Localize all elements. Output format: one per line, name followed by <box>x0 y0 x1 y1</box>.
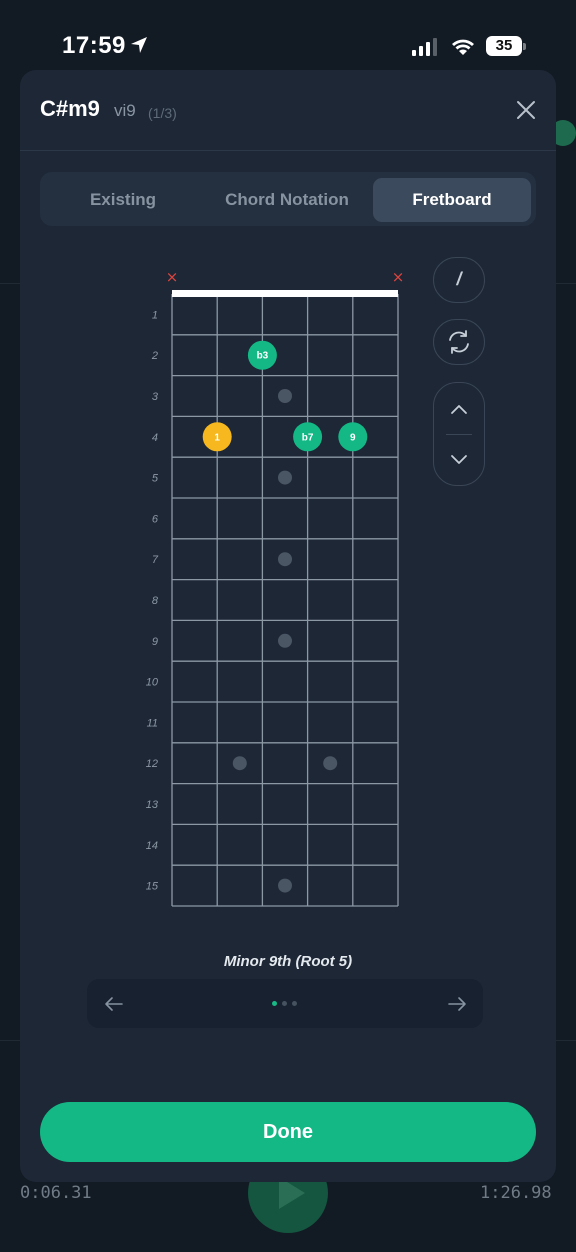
elapsed-time: 0:06.31 <box>20 1183 92 1203</box>
note-label: 1 <box>214 432 220 443</box>
fret-number: 3 <box>152 391 159 403</box>
flip-button[interactable] <box>433 319 485 365</box>
slash-label: / <box>456 269 462 289</box>
battery-nub <box>523 43 526 50</box>
arrow-left-icon[interactable] <box>102 992 126 1016</box>
fret-inlay <box>278 470 292 485</box>
fret-number: 11 <box>147 717 158 729</box>
chord-modal: C#m9 vi9 (1/3) Existing Chord Notation F… <box>20 70 556 1182</box>
fret-number: 15 <box>146 881 159 893</box>
close-icon[interactable] <box>512 96 540 124</box>
note-label: 9 <box>350 432 356 443</box>
fret-inlay <box>278 389 292 403</box>
fret-number: 5 <box>152 473 159 485</box>
location-arrow-icon <box>131 37 147 53</box>
fret-number: 10 <box>146 677 159 689</box>
cellular-signal-icon <box>412 38 437 56</box>
note-label: b3 <box>257 351 269 362</box>
page-dot <box>292 1001 297 1006</box>
voicing-pager <box>87 979 483 1028</box>
total-time: 1:26.98 <box>480 1183 552 1203</box>
fret-number: 7 <box>152 554 159 566</box>
slash-button[interactable]: / <box>433 257 485 303</box>
page-dot <box>282 1001 287 1006</box>
status-bar: 17:59 35 <box>0 0 576 68</box>
fret-inlay <box>278 552 292 567</box>
refresh-icon <box>449 330 469 354</box>
fret-number: 4 <box>152 432 158 444</box>
voicing-name: Minor 9th (Root 5) <box>223 953 353 970</box>
fret-inlay <box>278 633 292 648</box>
fret-number: 13 <box>146 799 159 811</box>
muted-string-marker: × <box>166 268 179 286</box>
fret-number: 8 <box>152 595 159 607</box>
note-label: b7 <box>302 432 314 443</box>
wifi-icon <box>452 39 474 55</box>
fretboard[interactable]: 123456789101112131415× ×1b3b7 9 <box>20 70 420 930</box>
fret-number: 14 <box>146 840 158 852</box>
muted-string-marker: × <box>392 268 405 286</box>
done-button[interactable]: Done <box>40 1102 536 1162</box>
fret-number: 6 <box>152 513 159 525</box>
fret-number: 12 <box>146 758 158 770</box>
fret-number: 2 <box>151 350 158 362</box>
battery-icon: 35 <box>486 36 522 56</box>
chevron-up-icon[interactable] <box>434 383 484 434</box>
page-dot <box>272 1001 277 1006</box>
fret-inlay <box>278 878 292 893</box>
fret-number: 1 <box>152 309 158 321</box>
status-time: 17:59 <box>62 32 126 59</box>
fret-inlay <box>323 756 338 771</box>
nut <box>172 290 398 297</box>
battery-level: 35 <box>495 37 513 54</box>
fret-inlay <box>232 756 247 771</box>
arrow-right-icon[interactable] <box>445 992 469 1016</box>
shift-controls <box>433 382 485 486</box>
chevron-down-icon[interactable] <box>434 434 484 485</box>
fret-number: 9 <box>152 636 158 648</box>
